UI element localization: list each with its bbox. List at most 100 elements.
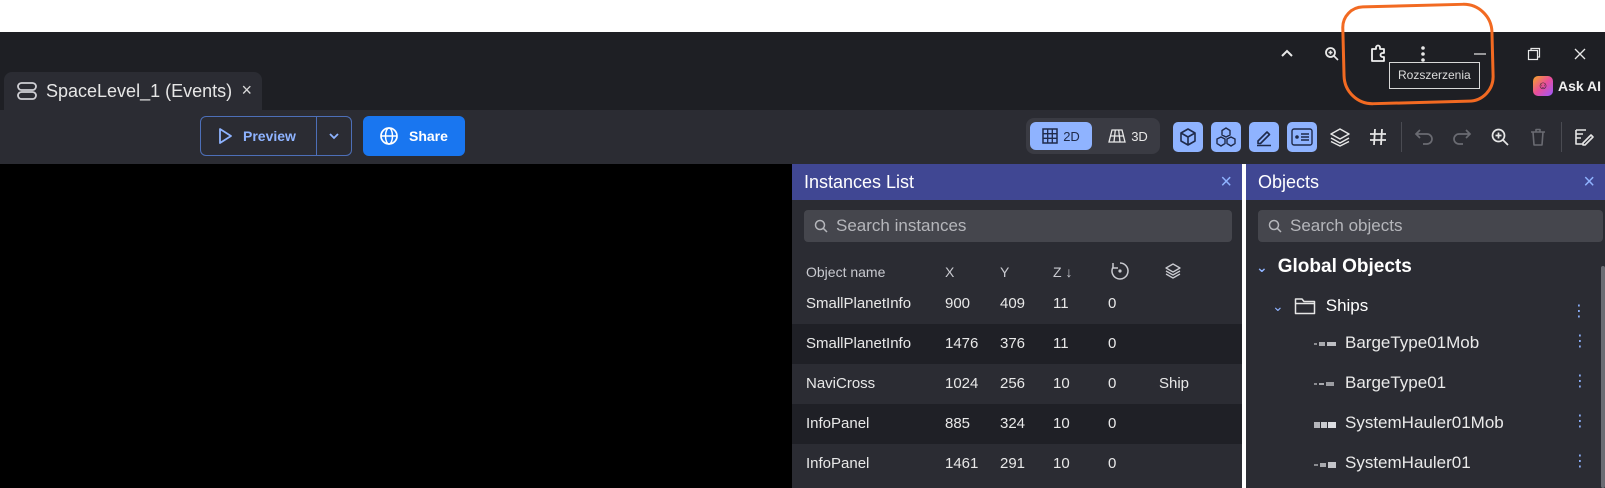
- cell-object-name: NaviCross: [806, 375, 876, 392]
- tab-spacelevel-events[interactable]: SpaceLevel_1 (Events) ×: [4, 72, 262, 110]
- undo-icon[interactable]: [1409, 122, 1439, 152]
- search-objects-input[interactable]: Search objects: [1258, 210, 1603, 242]
- share-label: Share: [409, 128, 448, 144]
- object-name: BargeType01Mob: [1345, 333, 1480, 352]
- view-mode-toggle: 2D 3D: [1026, 118, 1160, 154]
- cell-y: 409: [1000, 295, 1026, 312]
- cell-angle: 0: [1108, 415, 1117, 432]
- object-name: SystemHauler01: [1345, 453, 1471, 472]
- close-icon[interactable]: [1566, 40, 1594, 68]
- editor-toolbar: Preview Share 2D 3D: [0, 110, 1605, 164]
- toolbar-divider: [1401, 122, 1402, 152]
- cell-layer: Ship: [1159, 375, 1190, 392]
- chevron-down-icon: [329, 133, 339, 140]
- cell-y: 376: [1000, 335, 1026, 352]
- cell-angle: 0: [1108, 375, 1117, 392]
- scene-canvas[interactable]: [0, 164, 792, 488]
- view-3d-button[interactable]: 3D: [1098, 122, 1158, 150]
- cell-object-name: SmallPlanetInfo: [806, 295, 912, 312]
- search-icon: [1268, 219, 1282, 233]
- column-object-name[interactable]: Object name: [806, 264, 885, 280]
- object-more-icon[interactable]: ⋮: [1572, 414, 1588, 430]
- objects-scrollbar[interactable]: [1601, 266, 1605, 488]
- column-angle-rotate-icon[interactable]: [1110, 261, 1130, 284]
- search-objects-placeholder: Search objects: [1290, 216, 1403, 235]
- sprite-thumbnail-icon: [1314, 382, 1334, 386]
- ask-ai-label: Ask AI: [1558, 78, 1602, 94]
- globe-icon: [380, 127, 398, 145]
- cell-x: 1461: [945, 455, 979, 472]
- cell-x: 885: [945, 415, 971, 432]
- cell-x: 900: [945, 295, 971, 312]
- list-item[interactable]: SystemHauler01Mob ⋮: [1246, 404, 1605, 444]
- cell-y: 291: [1000, 455, 1026, 472]
- grid-3d-icon: [1108, 129, 1127, 143]
- chevron-down-icon: ⌄: [1272, 297, 1284, 314]
- edit-scene-icon[interactable]: [1569, 122, 1599, 152]
- table-row[interactable]: InfoPanel 885 324 10 0: [792, 404, 1242, 444]
- instances-panel-close-icon[interactable]: ×: [1220, 172, 1232, 192]
- global-objects-group[interactable]: ⌄ Global Objects: [1256, 256, 1412, 278]
- ask-ai-button[interactable]: ☺ Ask AI: [1533, 76, 1601, 96]
- objects-panel-close-icon[interactable]: ×: [1583, 172, 1595, 192]
- objects-panel-title: Objects: [1258, 171, 1320, 192]
- view-2d-button[interactable]: 2D: [1030, 122, 1092, 150]
- objects-panel: Objects × Search objects ⌄ Global Object…: [1246, 164, 1605, 488]
- cell-angle: 0: [1108, 295, 1117, 312]
- tab-close-icon[interactable]: ×: [241, 81, 252, 99]
- object-more-icon[interactable]: ⋮: [1572, 454, 1588, 470]
- object-groups-icon[interactable]: [1211, 122, 1241, 152]
- column-y[interactable]: Y: [1000, 264, 1009, 280]
- list-item[interactable]: BargeType01Mob ⋮: [1246, 324, 1605, 364]
- folder-ships[interactable]: ⌄ Ships: [1272, 296, 1368, 316]
- search-icon: [814, 219, 828, 233]
- object-more-icon[interactable]: ⋮: [1572, 334, 1588, 350]
- preview-button-group: Preview: [200, 116, 352, 156]
- chevron-up-icon[interactable]: [1273, 40, 1301, 68]
- column-z-sorted[interactable]: Z ↓: [1053, 264, 1072, 280]
- cell-z: 11: [1053, 335, 1069, 352]
- column-x[interactable]: X: [945, 264, 954, 280]
- preview-dropdown[interactable]: [317, 130, 351, 142]
- object-cube-icon[interactable]: [1173, 122, 1203, 152]
- sprite-thumbnail-icon: [1314, 342, 1336, 346]
- cell-y: 324: [1000, 415, 1026, 432]
- column-layer-icon[interactable]: [1164, 262, 1182, 283]
- cell-z: 11: [1053, 295, 1069, 312]
- delete-trash-icon[interactable]: [1523, 122, 1553, 152]
- table-row[interactable]: NaviCross 1024 256 10 0 Ship: [792, 364, 1242, 404]
- search-instances-input[interactable]: Search instances: [804, 210, 1232, 242]
- cell-angle: 0: [1108, 455, 1117, 472]
- table-row[interactable]: InfoPanel 1461 291 10 0: [792, 444, 1242, 484]
- preview-label: Preview: [243, 128, 296, 144]
- grid-hash-icon[interactable]: [1363, 122, 1393, 152]
- search-instances-placeholder: Search instances: [836, 216, 967, 235]
- table-row[interactable]: SmallPlanetInfo 1476 376 11 0: [792, 324, 1242, 364]
- cell-z: 10: [1053, 455, 1070, 472]
- folder-icon: [1294, 298, 1315, 315]
- view-3d-label: 3D: [1131, 128, 1148, 144]
- cell-object-name: InfoPanel: [806, 415, 870, 432]
- instances-panel-header: Instances List ×: [792, 164, 1242, 200]
- cell-z: 10: [1053, 415, 1070, 432]
- cell-y: 256: [1000, 375, 1026, 392]
- zoom-in-icon[interactable]: [1485, 122, 1515, 152]
- cell-object-name: InfoPanel: [806, 455, 870, 472]
- list-item[interactable]: BargeType01 ⋮: [1246, 364, 1605, 404]
- redo-icon[interactable]: [1447, 122, 1477, 152]
- restore-icon[interactable]: [1520, 40, 1548, 68]
- instances-list-icon[interactable]: [1287, 122, 1317, 152]
- properties-edit-icon[interactable]: [1249, 122, 1279, 152]
- objects-panel-header: Objects ×: [1246, 164, 1605, 200]
- table-row[interactable]: SmallPlanetInfo 900 409 11 0: [792, 284, 1242, 324]
- instances-list-panel: Instances List × Search instances Object…: [792, 164, 1242, 488]
- share-button[interactable]: Share: [363, 116, 465, 156]
- layers-icon[interactable]: [1325, 122, 1355, 152]
- preview-button[interactable]: Preview: [201, 117, 317, 155]
- tab-title: SpaceLevel_1 (Events): [46, 80, 233, 101]
- toolbar-divider: [1561, 122, 1562, 152]
- folder-more-icon[interactable]: ⋮: [1571, 304, 1587, 320]
- object-more-icon[interactable]: ⋮: [1572, 374, 1588, 390]
- global-objects-label: Global Objects: [1277, 256, 1412, 277]
- list-item[interactable]: SystemHauler01 ⋮: [1246, 444, 1605, 484]
